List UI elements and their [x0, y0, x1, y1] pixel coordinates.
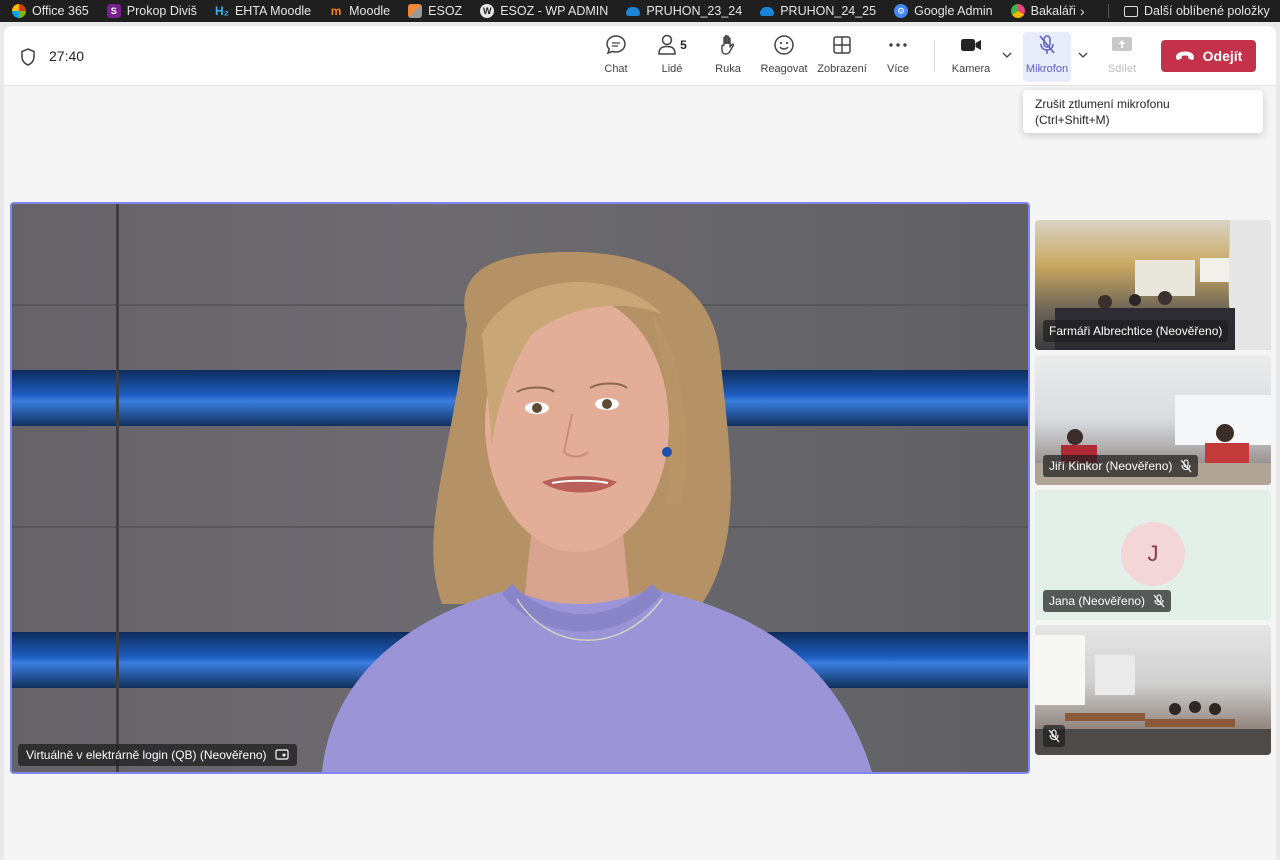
camera-options-chevron-icon[interactable]	[1002, 50, 1012, 60]
participant-tile[interactable]	[1035, 625, 1271, 755]
react-button[interactable]: Reagovat	[759, 32, 809, 82]
bookmark-esoz-wp[interactable]: W ESOZ - WP ADMIN	[480, 0, 608, 22]
participant-tile[interactable]: Jiří Kinkor (Neověřeno)	[1035, 355, 1271, 485]
mic-off-icon	[1038, 32, 1056, 58]
tooltip-line-1: Zrušit ztlumení mikrofonu	[1035, 97, 1170, 111]
microphone-button[interactable]: Mikrofon	[1023, 32, 1071, 82]
share-label: Sdílet	[1107, 63, 1137, 75]
google-admin-icon: ⚙	[894, 4, 909, 18]
react-label: Reagovat	[760, 63, 808, 75]
mic-tooltip: Zrušit ztlumení mikrofonu (Ctrl+Shift+M)	[1023, 90, 1263, 133]
camera-icon	[960, 32, 982, 58]
smiley-icon	[773, 32, 795, 58]
prokop-icon: S	[106, 4, 121, 18]
office-icon	[12, 4, 26, 18]
share-button[interactable]: Sdílet	[1102, 32, 1142, 82]
people-count: 5	[680, 38, 687, 52]
toolbar-divider	[934, 40, 935, 72]
avatar: J	[1121, 522, 1185, 586]
bookmark-ehta-moodle[interactable]: H₂ EHTA Moodle	[215, 0, 311, 22]
moodle-icon: m	[330, 4, 342, 18]
people-button[interactable]: 5 Lidé	[652, 32, 692, 82]
chat-icon	[605, 32, 627, 58]
people-label: Lidé	[661, 63, 683, 75]
bookmarks-bar: Office 365 S Prokop Diviš H₂ EHTA Moodle…	[0, 0, 1280, 22]
participant-name: Jana (Neověřeno)	[1049, 594, 1146, 608]
onedrive-icon	[626, 6, 641, 16]
bookmark-pruhon-23[interactable]: PRUHON_23_24	[626, 0, 742, 22]
more-dots-icon	[888, 32, 908, 58]
esoz-icon	[408, 4, 423, 18]
share-icon	[1111, 32, 1133, 58]
participant-name-tag: Farmáři Albrechtice (Neověřeno)	[1043, 320, 1229, 342]
mic-off-icon	[1180, 459, 1192, 473]
participant-tile[interactable]: J Jana (Neověřeno)	[1035, 490, 1271, 620]
folder-icon	[1124, 5, 1138, 17]
tooltip-line-2: (Ctrl+Shift+M)	[1035, 113, 1110, 127]
leave-label: Odejít	[1202, 48, 1243, 64]
camera-label: Kamera	[951, 63, 991, 75]
participant-tile[interactable]: Farmáři Albrechtice (Neověřeno)	[1035, 220, 1271, 350]
grid-view-icon	[832, 32, 852, 58]
camera-button[interactable]: Kamera	[948, 32, 994, 82]
bookmark-prokop[interactable]: S Prokop Diviš	[106, 0, 197, 22]
participant-name-tag: Jiří Kinkor (Neověřeno)	[1043, 455, 1199, 477]
main-participant-name-tag: Virtuálně v elektrárně login (QB) (Neově…	[18, 744, 297, 766]
meeting-timer: 27:40	[49, 48, 85, 64]
onedrive-icon	[760, 6, 775, 16]
leave-button[interactable]: Odejít	[1161, 40, 1256, 72]
classroom-video	[1035, 635, 1271, 755]
people-icon-wrap: 5	[657, 32, 687, 58]
wordpress-icon: W	[480, 4, 495, 18]
mic-off-icon	[1153, 594, 1165, 608]
other-bookmarks[interactable]: Další oblíbené položky	[1124, 0, 1270, 22]
participant-name: Jiří Kinkor (Neověřeno)	[1049, 459, 1173, 473]
hang-up-icon	[1175, 51, 1194, 60]
mic-off-icon	[1048, 729, 1060, 743]
raise-hand-button[interactable]: Ruka	[708, 32, 748, 82]
meeting-window: 27:40 Chat 5 Lidé Ruka Reagovat Zobrazen…	[4, 26, 1276, 860]
meeting-toolbar: 27:40 Chat 5 Lidé Ruka Reagovat Zobrazen…	[4, 26, 1276, 86]
hand-icon	[718, 32, 738, 58]
participant-name: Farmáři Albrechtice (Neověřeno)	[1049, 324, 1223, 338]
hand-label: Ruka	[715, 63, 741, 75]
chevron-right-icon[interactable]: ›	[1080, 0, 1085, 22]
chat-label: Chat	[604, 63, 628, 75]
bookmark-esoz[interactable]: ESOZ	[408, 0, 462, 22]
people-icon	[658, 34, 676, 55]
presenter-video	[322, 252, 872, 772]
bookmark-pruhon-24[interactable]: PRUHON_24_25	[760, 0, 876, 22]
shield-icon	[21, 48, 35, 66]
chat-button[interactable]: Chat	[596, 32, 636, 82]
bookmark-moodle[interactable]: m Moodle	[329, 0, 390, 22]
h2-icon: H₂	[214, 4, 229, 18]
participant-name-tag	[1043, 725, 1065, 747]
more-button[interactable]: Více	[878, 32, 918, 82]
view-button[interactable]: Zobrazení	[814, 32, 870, 82]
main-participant-name: Virtuálně v elektrárně login (QB) (Neově…	[26, 748, 267, 762]
content-share-icon	[274, 749, 289, 760]
bookmark-bakalari[interactable]: Bakaláři	[1010, 0, 1076, 22]
mic-options-chevron-icon[interactable]	[1078, 50, 1088, 60]
bookmark-office365[interactable]: Office 365	[12, 0, 89, 22]
mic-label: Mikrofon	[1025, 63, 1069, 75]
bookmark-google-admin[interactable]: ⚙ Google Admin	[894, 0, 993, 22]
more-label: Více	[886, 63, 909, 75]
main-video-tile[interactable]: Virtuálně v elektrárně login (QB) (Neově…	[10, 202, 1030, 774]
bookmarks-divider	[1108, 4, 1109, 18]
bakalari-icon	[1010, 4, 1025, 18]
view-label: Zobrazení	[817, 63, 867, 75]
participant-name-tag: Jana (Neověřeno)	[1043, 590, 1172, 612]
